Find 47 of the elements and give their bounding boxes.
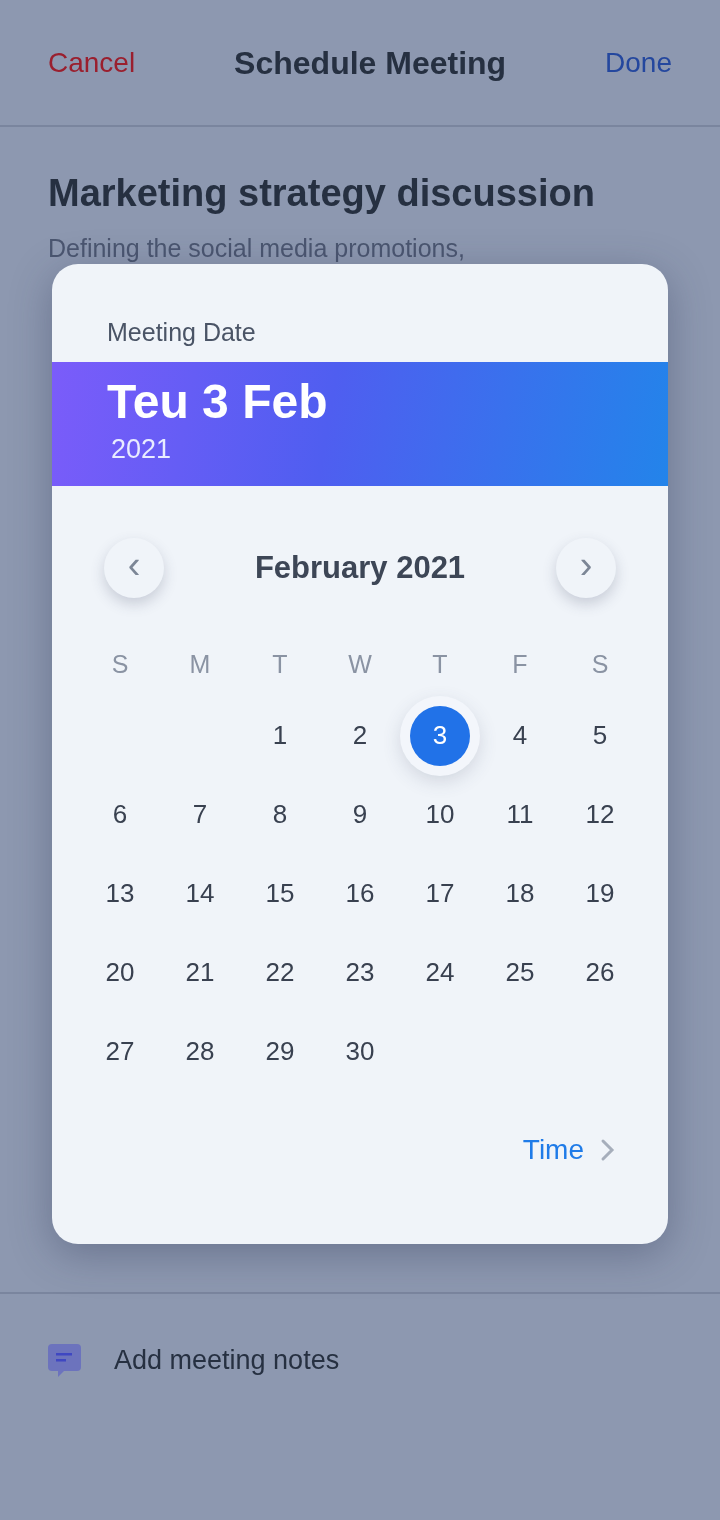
calendar-day[interactable]: 18 — [490, 863, 550, 924]
calendar-day[interactable]: 13 — [90, 863, 150, 924]
calendar-day[interactable]: 8 — [250, 784, 310, 845]
calendar-day[interactable]: 16 — [330, 863, 390, 924]
calendar-day[interactable]: 1 — [250, 705, 310, 766]
calendar-day[interactable]: 21 — [170, 942, 230, 1003]
calendar-day[interactable]: 6 — [90, 784, 150, 845]
calendar-day[interactable]: 26 — [570, 942, 630, 1003]
calendar-day[interactable]: 11 — [490, 784, 550, 845]
weekday-label: T — [272, 650, 288, 678]
dialog-label: Meeting Date — [107, 318, 256, 346]
calendar-day[interactable]: 19 — [570, 863, 630, 924]
meeting-title: Marketing strategy discussion — [48, 171, 596, 216]
calendar-day[interactable]: 27 — [90, 1021, 150, 1082]
calendar-day[interactable]: 23 — [330, 942, 390, 1003]
calendar-day[interactable]: 12 — [570, 784, 630, 845]
time-link[interactable]: Time — [522, 1129, 584, 1171]
month-title: February 2021 — [254, 548, 466, 587]
calendar-day[interactable]: 4 — [490, 705, 550, 766]
calendar-day[interactable]: 2 — [330, 705, 390, 766]
weekday-label: T — [432, 650, 448, 678]
weekday-label: W — [348, 650, 372, 678]
selected-date: Teu 3 Feb — [107, 376, 329, 429]
weekday-label: S — [111, 650, 129, 678]
calendar-day[interactable]: 9 — [330, 784, 390, 845]
meeting-description: Defining the social media promotions, — [48, 233, 466, 264]
calendar-day[interactable]: 22 — [250, 942, 310, 1003]
screen-title: Schedule Meeting — [234, 43, 507, 83]
selected-year: 2021 — [111, 432, 173, 466]
calendar-day[interactable]: 14 — [170, 863, 230, 924]
calendar-day[interactable]: 5 — [570, 705, 630, 766]
calendar-day[interactable]: 20 — [90, 942, 150, 1003]
weekday-label: F — [512, 650, 528, 678]
comment-icon — [48, 1344, 82, 1377]
calendar-day[interactable]: 25 — [490, 942, 550, 1003]
calendar-day[interactable]: 10 — [410, 784, 470, 845]
calendar-day[interactable]: 29 — [250, 1021, 310, 1082]
add-notes-label[interactable]: Add meeting notes — [114, 1340, 340, 1381]
calendar-day[interactable]: 28 — [170, 1021, 230, 1082]
calendar-day[interactable]: 7 — [170, 784, 230, 845]
chevron-right-icon — [600, 1138, 616, 1162]
calendar-day[interactable]: 24 — [410, 942, 470, 1003]
calendar-day[interactable]: 30 — [330, 1021, 390, 1082]
calendar-day[interactable]: 15 — [250, 863, 310, 924]
weekday-label: M — [189, 650, 211, 678]
weekday-label: S — [591, 650, 609, 678]
calendar-day[interactable]: 17 — [410, 863, 470, 924]
